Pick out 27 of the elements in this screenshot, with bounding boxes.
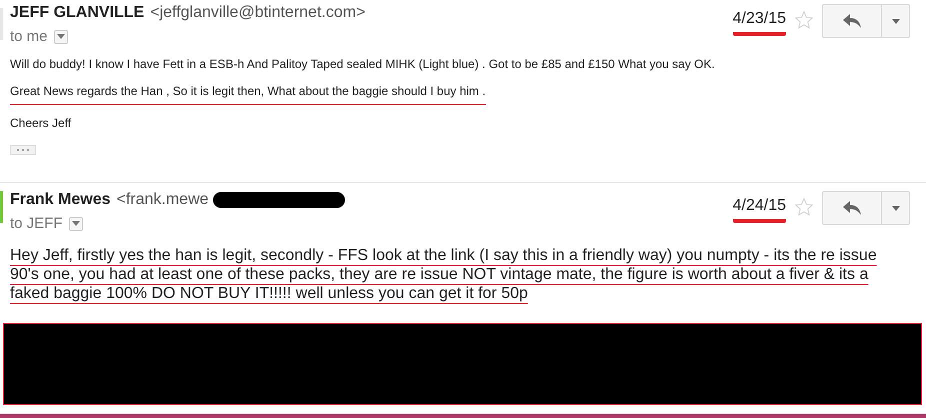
message-text: Cheers Jeff xyxy=(10,115,72,132)
reply-icon xyxy=(843,201,861,215)
caret-icon xyxy=(56,34,65,39)
more-button[interactable] xyxy=(882,191,910,225)
sender-email: <jeffglanville@btinternet.com> xyxy=(150,4,366,22)
star-icon[interactable] xyxy=(794,197,814,217)
caret-icon xyxy=(72,221,80,226)
reply-button[interactable] xyxy=(822,191,882,225)
message-text: Great News regards the Han , So it is legit then, What about the baggie should I buy him . xyxy=(10,82,486,105)
star-icon[interactable] xyxy=(794,10,814,30)
sender-name: Frank Mewes xyxy=(10,191,110,209)
reply-icon xyxy=(843,14,861,28)
message-text: Hey Jeff, firstly yes the han is legit, secondly - FFS look at the link (I say this in a friendly way) you numpty - its the re issue 90's one, you had at least one of these packs, they are re issue NOT vintage mate, the figure is worth about a fiver & its a faked baggie 100% DO NOT BUY IT!!!!! well unless you can get it for 50p xyxy=(10,246,878,303)
message-text: Will do buddy! I know I have Fett in a ESB-h And Palitoy Taped sealed MIHK (Light blue) . Got to be £85 and £150 What you say OK. xyxy=(10,56,716,73)
details-dropdown[interactable] xyxy=(54,30,68,44)
recipient-label: to JEFF xyxy=(10,215,63,232)
reply-button[interactable] xyxy=(822,4,882,38)
caret-icon xyxy=(892,206,900,210)
sender-email: <frank.mewe xyxy=(116,191,209,209)
sender-name: JEFF GLANVILLE xyxy=(10,4,144,22)
message-date: 4/24/15 xyxy=(732,197,786,223)
more-button[interactable] xyxy=(882,4,910,38)
details-dropdown[interactable] xyxy=(68,216,83,230)
recipient-label: to me xyxy=(10,28,48,45)
message-date: 4/23/15 xyxy=(732,10,786,36)
caret-icon xyxy=(892,18,900,24)
show-trimmed-button[interactable] xyxy=(10,145,36,155)
